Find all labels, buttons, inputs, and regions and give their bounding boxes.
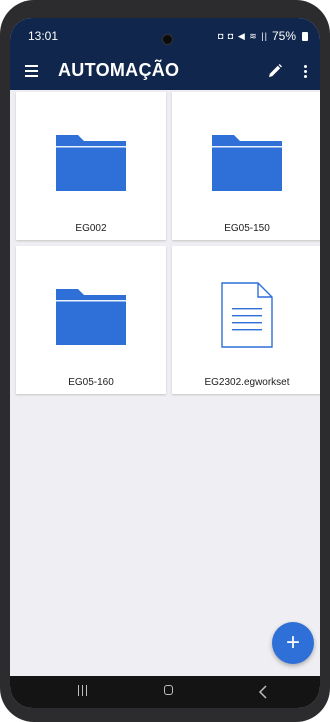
camera-icon [162,34,173,45]
folder-icon [56,289,126,345]
folder-tile[interactable]: EG05-150 [172,92,320,240]
phone-frame: 13:01 ◘ ◘ ◀ ≋ || 75% AUTOMAÇÃO EG002 EG0… [0,0,330,722]
back-button[interactable] [254,684,274,700]
item-name: EG002 [75,223,107,234]
item-name: EG05-160 [68,377,114,388]
dot [304,65,307,68]
folder-icon-wrap [16,92,166,202]
menu-button[interactable] [24,62,42,80]
battery-level: 75% [271,29,296,43]
add-button[interactable]: + [272,622,314,664]
edit-button[interactable] [266,62,284,80]
more-options-button[interactable] [301,62,311,80]
dot [304,75,307,78]
recents-icon-bar [86,685,87,696]
home-icon [164,685,173,695]
folder-tile[interactable]: EG05-160 [16,246,166,394]
page-title: AUTOMAÇÃO [58,60,180,80]
recents-icon-bar [82,685,83,696]
recents-button[interactable] [74,684,94,700]
back-chevron-icon [258,685,267,699]
recents-icon-bar [78,685,79,696]
folder-icon [56,135,126,191]
file-icon-wrap [172,246,320,356]
folder-icon [212,135,282,191]
home-button[interactable] [160,684,180,700]
screen: 13:01 ◘ ◘ ◀ ≋ || 75% AUTOMAÇÃO EG002 EG0… [10,18,320,708]
status-indicators: ◘ ◘ ◀ ≋ || 75% [218,29,308,43]
app-bar: AUTOMAÇÃO [10,52,320,90]
menu-icon-line [25,70,38,72]
file-tile[interactable]: EG2302.egworkset [172,246,320,394]
dot [304,70,307,73]
status-time: 13:01 [28,29,59,43]
system-nav-bar [10,676,320,708]
item-name: EG2302.egworkset [204,377,290,388]
battery-icon [302,31,308,41]
menu-icon-line [25,75,38,77]
document-icon [221,282,273,348]
folder-tile[interactable]: EG002 [16,92,166,240]
pencil-icon [269,64,282,77]
status-icons: ◘ ◘ ◀ ≋ || [217,30,268,41]
status-bar: 13:01 ◘ ◘ ◀ ≋ || 75% [10,18,320,52]
folder-icon-wrap [16,246,166,356]
folder-icon-wrap [172,92,320,202]
item-name: EG05-150 [224,223,270,234]
menu-icon-line [25,65,38,67]
